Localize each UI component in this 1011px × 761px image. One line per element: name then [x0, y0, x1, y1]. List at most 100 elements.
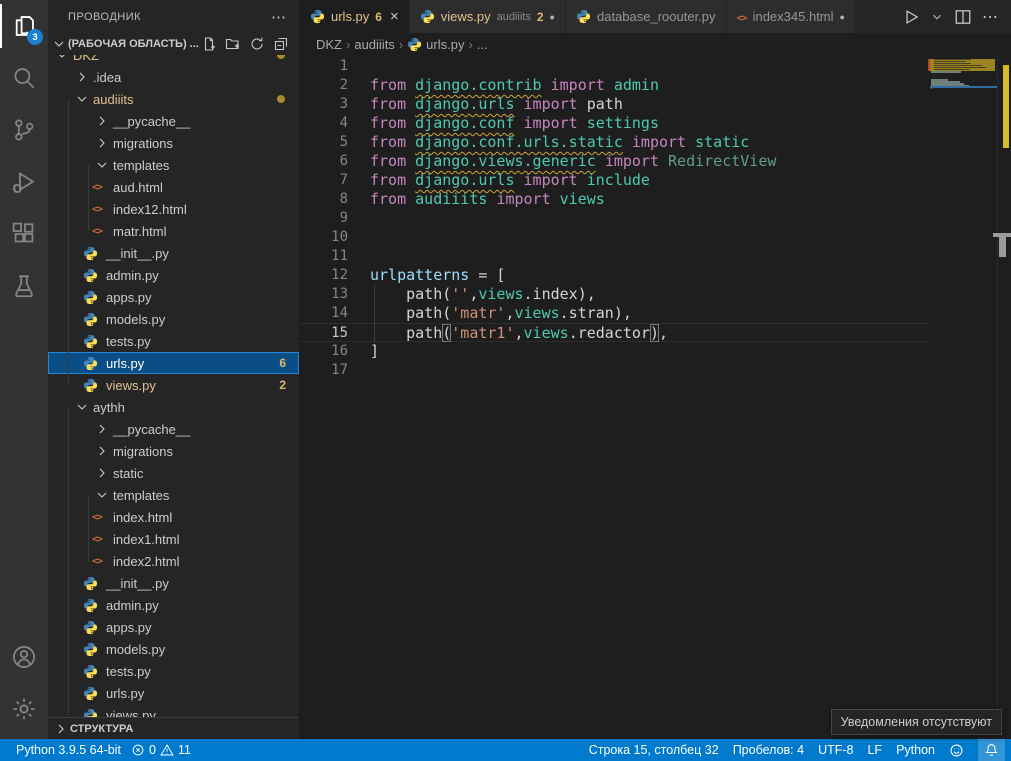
workspace-section-header[interactable]: (РАБОЧАЯ ОБЛАСТЬ) ... [48, 33, 299, 55]
tree-item-__pycache__[interactable]: __pycache__ [48, 418, 299, 440]
tree-item-static[interactable]: static [48, 462, 299, 484]
tree-item-.idea[interactable]: .idea [48, 66, 299, 88]
tree-item-admin.py[interactable]: admin.py [48, 264, 299, 286]
tree-item-apps.py[interactable]: apps.py [48, 286, 299, 308]
tree-item-__init__.py[interactable]: __init__.py [48, 242, 299, 264]
tree-item-label: apps.py [106, 290, 152, 305]
explorer-more-actions-icon[interactable]: ⋯ [271, 8, 287, 26]
testing-icon[interactable] [0, 260, 48, 312]
code-line-5: 5from django.conf.urls.static import sta… [300, 133, 930, 152]
code-editor[interactable]: 12from django.contrib import admin3from … [300, 55, 1011, 739]
warning-count: 11 [178, 743, 191, 757]
account-icon[interactable] [0, 631, 48, 683]
source-control-icon[interactable] [0, 104, 48, 156]
run-and-debug-icon[interactable] [0, 156, 48, 208]
tree-item-__init__.py[interactable]: __init__.py [48, 572, 299, 594]
dirty-indicator[interactable]: ● [550, 12, 555, 22]
file-tree[interactable]: DKZ.ideaaudiiits__pycache__migrationstem… [48, 55, 299, 717]
search-icon[interactable] [0, 52, 48, 104]
refresh-icon[interactable] [249, 36, 265, 52]
tree-item-views.py[interactable]: views.py2 [48, 374, 299, 396]
tree-item-models.py[interactable]: models.py [48, 638, 299, 660]
split-editor-icon[interactable] [954, 8, 972, 26]
chevron-right-icon [74, 69, 90, 85]
python-file-icon [310, 9, 325, 24]
python-interpreter-status[interactable]: Python 3.9.5 64-bit [16, 739, 121, 761]
line-number: 6 [300, 152, 348, 171]
html-file-icon: <> [89, 182, 105, 193]
tree-item-index2.html[interactable]: <>index2.html [48, 550, 299, 572]
tree-item-urls.py[interactable]: urls.py [48, 682, 299, 704]
tree-item-admin.py[interactable]: admin.py [48, 594, 299, 616]
eol-status[interactable]: LF [867, 739, 882, 761]
tab-urls.py[interactable]: urls.py6× [300, 0, 410, 33]
chevron-down-icon [94, 157, 110, 173]
collapse-all-icon[interactable] [273, 36, 289, 52]
problems-status[interactable]: 0 11 [131, 739, 191, 761]
minimap[interactable] [930, 57, 997, 177]
run-icon[interactable] [902, 8, 920, 26]
extensions-icon[interactable] [0, 208, 48, 260]
tree-item-label: index1.html [113, 532, 179, 547]
more-actions-icon[interactable]: ⋯ [982, 7, 999, 27]
tab-database_roouter.py[interactable]: database_roouter.py [566, 0, 727, 33]
scrollbar[interactable] [997, 55, 1011, 739]
tree-item-index1.html[interactable]: <>index1.html [48, 528, 299, 550]
tree-item-tests.py[interactable]: tests.py [48, 660, 299, 682]
tree-item-label: aythh [93, 400, 125, 415]
tree-item-matr.html[interactable]: <>matr.html [48, 220, 299, 242]
tree-item-views.py[interactable]: views.py [48, 704, 299, 717]
feedback-icon[interactable] [949, 739, 964, 761]
breadcrumb-item-...[interactable]: ... [477, 37, 488, 52]
tree-item-apps.py[interactable]: apps.py [48, 616, 299, 638]
tab-views.py[interactable]: views.pyaudiiits2● [410, 0, 566, 33]
problems-badge: 6 [279, 356, 286, 370]
tab-label: index345.html [753, 9, 834, 24]
tree-item-tests.py[interactable]: tests.py [48, 330, 299, 352]
settings-icon[interactable] [0, 683, 48, 735]
new-folder-icon[interactable] [225, 36, 241, 52]
tree-item-aud.html[interactable]: <>aud.html [48, 176, 299, 198]
breadcrumb-item-DKZ[interactable]: DKZ [316, 37, 342, 52]
python-file-icon [82, 312, 98, 327]
tree-item-urls.py[interactable]: urls.py 6 [48, 352, 299, 374]
indentation-status[interactable]: Пробелов: 4 [733, 739, 804, 761]
explorer-icon[interactable]: 3 [0, 0, 48, 52]
language-mode-status[interactable]: Python [896, 739, 935, 761]
tree-item-audiiits[interactable]: audiiits [48, 88, 299, 110]
tree-item-index12.html[interactable]: <>index12.html [48, 198, 299, 220]
breadcrumb-label: urls.py [426, 37, 464, 52]
encoding-status[interactable]: UTF-8 [818, 739, 853, 761]
tree-item-label: urls.py [106, 356, 144, 371]
tree-item-index.html[interactable]: <>index.html [48, 506, 299, 528]
tree-item-migrations[interactable]: migrations [48, 440, 299, 462]
tree-item-migrations[interactable]: migrations [48, 132, 299, 154]
notifications-bell-icon[interactable] [978, 739, 1005, 761]
breadcrumb-item-audiiits[interactable]: audiiits [354, 37, 394, 52]
tab-index345.html[interactable]: <>index345.html● [727, 0, 856, 33]
outline-section-header[interactable]: СТРУКТУРА [48, 717, 299, 739]
language-label: Python [896, 743, 935, 757]
tree-item-label: __pycache__ [113, 422, 190, 437]
code-line-13: 13 path('',views.index), [300, 285, 930, 304]
tree-item-__pycache__[interactable]: __pycache__ [48, 110, 299, 132]
html-file-icon: <> [89, 512, 105, 523]
run-dropdown-icon[interactable] [930, 10, 944, 24]
line-number: 13 [300, 285, 348, 304]
breadcrumb-separator: › [399, 37, 403, 52]
tree-item-models.py[interactable]: models.py [48, 308, 299, 330]
tree-item-templates[interactable]: templates [48, 484, 299, 506]
line-number: 7 [300, 171, 348, 190]
cursor-position-status[interactable]: Строка 15, столбец 32 [589, 739, 719, 761]
code-line-14: 14 path('matr',views.stran), [300, 304, 930, 323]
breadcrumb-item-urls.py[interactable]: urls.py [407, 37, 464, 52]
new-file-icon[interactable] [201, 36, 217, 52]
tree-indent-guide [88, 165, 89, 231]
close-icon[interactable]: × [390, 8, 399, 25]
tree-item-templates[interactable]: templates [48, 154, 299, 176]
code-line-4: 4from django.conf import settings [300, 114, 930, 133]
line-number: 4 [300, 114, 348, 133]
tree-item-aythh[interactable]: aythh [48, 396, 299, 418]
dirty-indicator[interactable]: ● [840, 12, 845, 22]
tree-item-DKZ[interactable]: DKZ [48, 55, 299, 66]
